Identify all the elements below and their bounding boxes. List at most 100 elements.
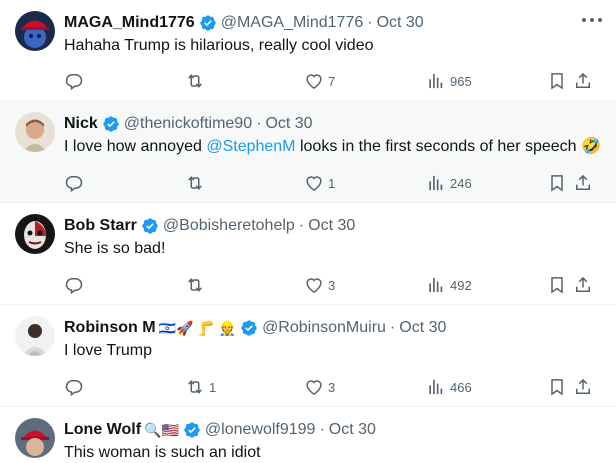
- reply-button[interactable]: [64, 69, 88, 93]
- tweet[interactable]: MAGA_Mind1776 @MAGA_Mind1776 · Oct 30 Ha…: [0, 0, 616, 101]
- views-chart-icon: [429, 175, 443, 191]
- avatar[interactable]: [15, 316, 55, 356]
- retweet-icon: [188, 176, 202, 190]
- display-name[interactable]: MAGA_Mind1776: [64, 14, 195, 32]
- tweet-header: MAGA_Mind1776 @MAGA_Mind1776 · Oct 30: [64, 12, 424, 34]
- bookmark-icon: [551, 175, 563, 192]
- separator: ·: [367, 14, 373, 31]
- handle[interactable]: @Bobisheretohelp: [163, 217, 295, 235]
- like-button[interactable]: 1: [304, 171, 335, 195]
- tweet-header: Robinson M 🇮🇱🚀 🦵 👷 @RobinsonMuiru · Oct …: [64, 317, 446, 339]
- reply-button[interactable]: [64, 171, 88, 195]
- avatar[interactable]: [15, 112, 55, 152]
- reply-icon: [65, 278, 83, 295]
- tweet-date[interactable]: Oct 30: [377, 14, 424, 32]
- share-button[interactable]: [573, 171, 593, 195]
- action-bar: 7 965: [64, 69, 604, 93]
- tweet[interactable]: Bob Starr @Bobisheretohelp · Oct 30 She …: [0, 203, 616, 305]
- share-icon: [576, 276, 590, 292]
- handle[interactable]: @lonewolf9199: [205, 421, 316, 439]
- retweet-icon: [188, 278, 202, 292]
- name-emoji: 🇮🇱🚀 🦵 👷: [158, 319, 237, 336]
- tweet-header: Bob Starr @Bobisheretohelp · Oct 30: [64, 215, 355, 237]
- bookmark-icon: [551, 379, 563, 396]
- tweet-header: Nick @thenickoftime90 · Oct 30: [64, 113, 313, 135]
- tweet-date[interactable]: Oct 30: [399, 319, 446, 337]
- views-button[interactable]: 492: [426, 273, 472, 297]
- share-button[interactable]: [573, 273, 593, 297]
- separator: ·: [319, 421, 325, 438]
- reply-button[interactable]: [64, 375, 88, 399]
- views-chart-icon: [429, 277, 443, 293]
- separator: ·: [298, 217, 305, 234]
- reply-icon: [65, 74, 83, 91]
- heart-icon: [306, 74, 322, 89]
- tweet[interactable]: Lone Wolf 🔍🇺🇸 @lonewolf9199 · Oct 30 Thi…: [0, 407, 616, 463]
- views-chart-icon: [429, 73, 443, 89]
- tweet-date[interactable]: Oct 30: [265, 115, 312, 133]
- views-button[interactable]: 246: [426, 171, 472, 195]
- action-bar: 1 246: [64, 171, 604, 195]
- views-button[interactable]: 965: [426, 69, 472, 93]
- like-button[interactable]: 3: [304, 375, 335, 399]
- reply-feed: MAGA_Mind1776 @MAGA_Mind1776 · Oct 30 Ha…: [0, 0, 616, 463]
- action-bar: 1 3 466: [64, 375, 604, 399]
- avatar[interactable]: [15, 418, 55, 458]
- retweet-button[interactable]: 1: [185, 375, 216, 399]
- verified-badge-icon: [199, 14, 217, 32]
- tweet-text: I love Trump: [64, 342, 153, 359]
- reply-icon: [65, 380, 83, 397]
- bookmark-button[interactable]: [547, 171, 567, 195]
- heart-icon: [306, 278, 322, 293]
- tweet-text: This woman is such an idiot: [64, 444, 261, 461]
- like-button[interactable]: 3: [304, 273, 335, 297]
- tweet-text: I love how annoyed @StephenM looks in th…: [64, 138, 601, 155]
- verified-badge-icon: [240, 319, 258, 337]
- handle[interactable]: @RobinsonMuiru: [262, 319, 386, 337]
- bookmark-icon: [551, 73, 563, 90]
- avatar[interactable]: [15, 214, 55, 254]
- display-name[interactable]: Robinson M: [64, 319, 156, 337]
- retweet-button[interactable]: [185, 171, 209, 195]
- share-icon: [576, 72, 590, 88]
- share-icon: [576, 174, 590, 190]
- handle[interactable]: @thenickoftime90: [124, 115, 252, 133]
- tweet-text: Hahaha Trump is hilarious, really cool v…: [64, 37, 374, 54]
- tweet-header: Lone Wolf 🔍🇺🇸 @lonewolf9199 · Oct 30: [64, 419, 376, 441]
- reply-button[interactable]: [64, 273, 88, 297]
- mention-link[interactable]: @StephenM: [206, 138, 295, 155]
- like-button[interactable]: 7: [304, 69, 335, 93]
- display-name[interactable]: Nick: [64, 115, 98, 133]
- name-emoji: 🔍🇺🇸: [144, 421, 179, 438]
- tweet-date[interactable]: Oct 30: [308, 217, 355, 235]
- handle[interactable]: @MAGA_Mind1776: [221, 14, 364, 32]
- more-options-icon[interactable]: [582, 15, 602, 25]
- bookmark-button[interactable]: [547, 69, 567, 93]
- retweet-button[interactable]: [185, 69, 209, 93]
- display-name[interactable]: Lone Wolf: [64, 421, 141, 439]
- avatar[interactable]: [15, 11, 55, 51]
- action-bar: 3 492: [64, 273, 604, 297]
- display-name[interactable]: Bob Starr: [64, 217, 137, 235]
- reply-icon: [65, 176, 83, 193]
- heart-icon: [306, 176, 322, 191]
- verified-badge-icon: [141, 217, 159, 235]
- views-button[interactable]: 466: [426, 375, 472, 399]
- heart-icon: [306, 380, 322, 395]
- share-button[interactable]: [573, 69, 593, 93]
- retweet-icon: [188, 74, 202, 88]
- bookmark-button[interactable]: [547, 375, 567, 399]
- verified-badge-icon: [102, 115, 120, 133]
- views-chart-icon: [429, 379, 443, 395]
- retweet-icon: [188, 380, 202, 394]
- share-button[interactable]: [573, 375, 593, 399]
- retweet-button[interactable]: [185, 273, 209, 297]
- share-icon: [576, 378, 590, 394]
- bookmark-icon: [551, 277, 563, 294]
- tweet-text: She is so bad!: [64, 240, 166, 257]
- tweet[interactable]: Robinson M 🇮🇱🚀 🦵 👷 @RobinsonMuiru · Oct …: [0, 305, 616, 407]
- verified-badge-icon: [183, 421, 201, 439]
- tweet-date[interactable]: Oct 30: [329, 421, 376, 439]
- bookmark-button[interactable]: [547, 273, 567, 297]
- tweet[interactable]: Nick @thenickoftime90 · Oct 30 I love ho…: [0, 101, 616, 203]
